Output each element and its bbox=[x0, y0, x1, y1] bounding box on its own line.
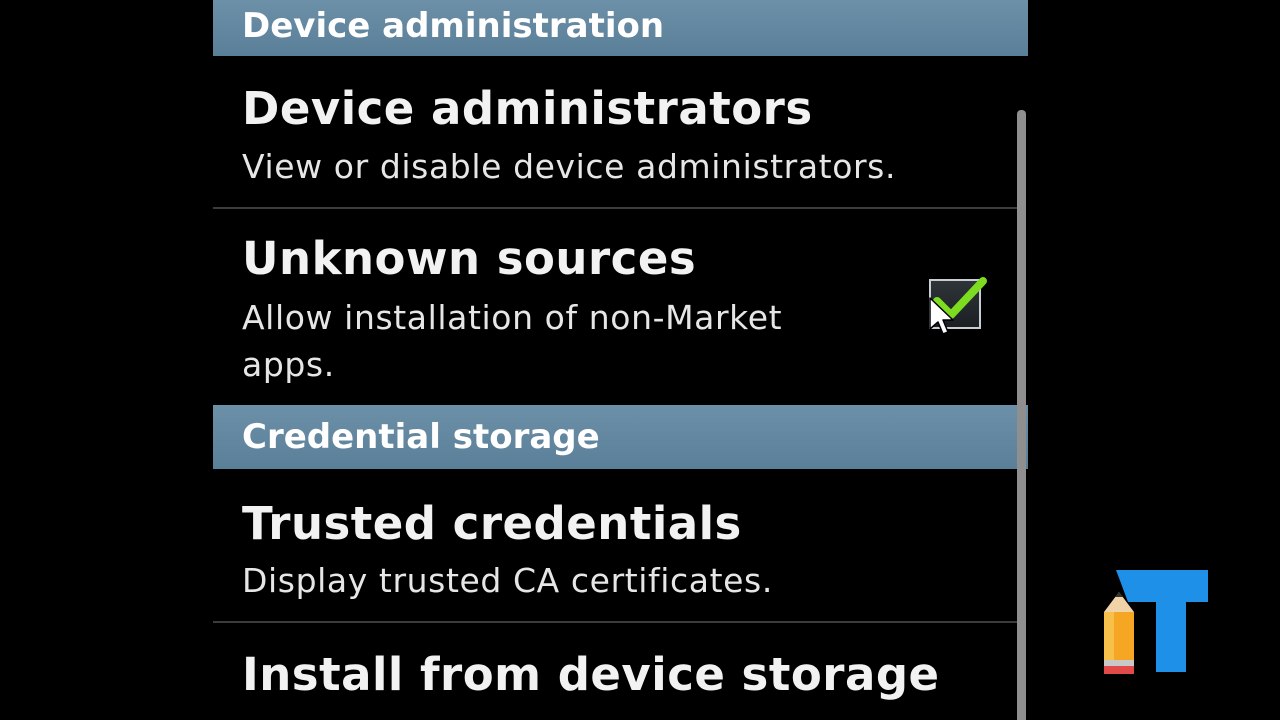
pref-title: Unknown sources bbox=[242, 232, 697, 285]
pref-title: Trusted credentials bbox=[242, 497, 742, 550]
pref-install-from-device-storage[interactable]: Install from device storage bbox=[213, 623, 1018, 720]
pref-unknown-sources[interactable]: Unknown sources Allow installation of no… bbox=[213, 209, 1018, 405]
pref-title: Device administrators bbox=[242, 82, 813, 135]
section-header-credential-storage: Credential storage bbox=[213, 405, 1028, 469]
pref-summary-line1: Allow installation of non-Market bbox=[242, 298, 783, 337]
pref-summary: View or disable device administrators. bbox=[242, 147, 897, 186]
section-header-label: Device administration bbox=[242, 6, 665, 46]
scrollbar[interactable] bbox=[1017, 110, 1026, 720]
mouse-pointer-icon bbox=[929, 297, 955, 341]
settings-screen: Device administration Device administrat… bbox=[213, 0, 1028, 720]
pref-summary-line2: apps. bbox=[242, 345, 335, 384]
pref-trusted-credentials[interactable]: Trusted credentials Display trusted CA c… bbox=[213, 469, 1018, 621]
section-header-device-administration: Device administration bbox=[213, 0, 1028, 56]
pref-summary: Display trusted CA certificates. bbox=[242, 561, 773, 600]
section-header-label: Credential storage bbox=[242, 417, 600, 457]
pref-device-administrators[interactable]: Device administrators View or disable de… bbox=[213, 56, 1018, 208]
pref-title: Install from device storage bbox=[242, 648, 940, 701]
channel-logo-icon bbox=[1100, 568, 1210, 676]
